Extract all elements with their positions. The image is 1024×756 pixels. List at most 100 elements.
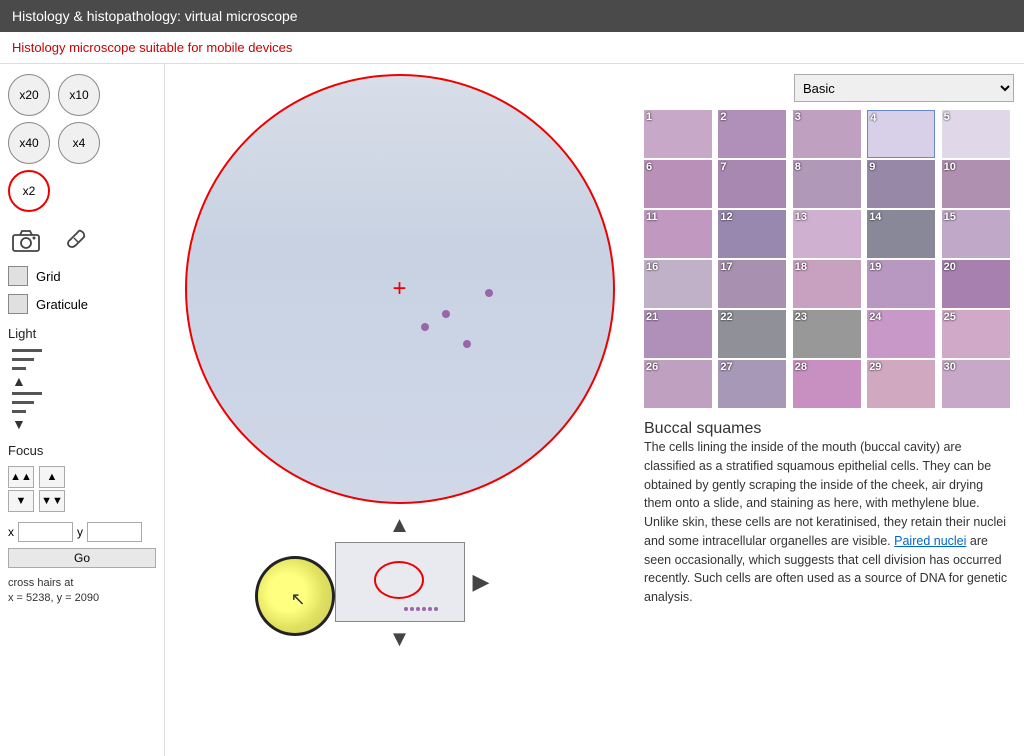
y-input[interactable] (87, 522, 142, 542)
mag-x2-button[interactable]: x2 (8, 170, 50, 212)
subtitle-bar: Histology microscope suitable for mobile… (0, 32, 1024, 64)
light-line-2 (12, 358, 34, 361)
thumbnail-22[interactable]: 22 (718, 310, 786, 358)
go-button[interactable]: Go (8, 548, 156, 568)
focus-up-slow-button[interactable]: ▲ (39, 466, 65, 488)
mini-dot (404, 607, 408, 611)
mini-dot (416, 607, 420, 611)
mag-x4-button[interactable]: x4 (58, 122, 100, 164)
magnification-row-1: x20 x10 (8, 74, 156, 116)
grid-toggle[interactable] (8, 266, 28, 286)
focus-up-fast-button[interactable]: ▲▲ (8, 466, 34, 488)
thumbnail-12[interactable]: 12 (718, 210, 786, 258)
light-up-arrow[interactable]: ▲ (12, 374, 156, 388)
cell-dot (421, 323, 429, 331)
thumbnail-28[interactable]: 28 (793, 360, 861, 408)
thumbnail-2[interactable]: 2 (718, 110, 786, 158)
thumbnail-16[interactable]: 16 (644, 260, 712, 308)
x-input[interactable] (18, 522, 73, 542)
coord-row: x y (8, 522, 156, 542)
graticule-toggle-row: Graticule (8, 294, 156, 314)
nav-down-button[interactable]: ▼ (389, 626, 411, 652)
thumbnail-5[interactable]: 5 (942, 110, 1010, 158)
thumbnail-19[interactable]: 19 (867, 260, 935, 308)
paired-nuclei-link[interactable]: Paired nuclei (894, 534, 966, 548)
thumbnail-18[interactable]: 18 (793, 260, 861, 308)
light-line-6 (12, 410, 26, 413)
focus-down-slow-button[interactable]: ▼ (8, 490, 34, 512)
light-line-1 (12, 349, 42, 352)
nav-up-button[interactable]: ▲ (389, 512, 411, 538)
thumbnail-1[interactable]: 1 (644, 110, 712, 158)
thumbnail-7[interactable]: 7 (718, 160, 786, 208)
light-circle: ↖ (255, 556, 335, 636)
minimap-indicator (374, 561, 424, 599)
mag-x20-button[interactable]: x20 (8, 74, 50, 116)
mini-dot (428, 607, 432, 611)
tool-row (8, 222, 156, 258)
focus-arrows: ▲▲ ▲ ▼ ▼▼ (8, 466, 68, 512)
light-section-label: Light (8, 326, 156, 341)
mini-dot (422, 607, 426, 611)
thumbnail-24[interactable]: 24 (867, 310, 935, 358)
thumbnail-25[interactable]: 25 (942, 310, 1010, 358)
nav-vertical-right: ▶ (473, 569, 490, 595)
subtitle-text: Histology microscope suitable for mobile… (12, 40, 292, 55)
description-title: Buccal squames (644, 420, 1014, 438)
thumbnail-8[interactable]: 8 (793, 160, 861, 208)
thumbnail-30[interactable]: 30 (942, 360, 1010, 408)
mini-dot (410, 607, 414, 611)
light-control: ▲ ▼ (12, 347, 156, 431)
camera-icon[interactable] (8, 222, 44, 258)
thumbnail-grid: 1 2 3 4 5 6 7 8 9 10 11 12 13 14 15 16 1… (644, 110, 1014, 408)
thumbnail-21[interactable]: 21 (644, 310, 712, 358)
minimap[interactable] (335, 542, 465, 622)
minimap-container: ◀ ▲ ▼ (310, 512, 490, 652)
thumbnail-14[interactable]: 14 (867, 210, 935, 258)
thumbnail-13[interactable]: 13 (793, 210, 861, 258)
thumbnail-10[interactable]: 10 (942, 160, 1010, 208)
y-label: y (77, 525, 83, 539)
microscope-view[interactable]: + (185, 74, 615, 504)
light-line-3 (12, 367, 26, 370)
mag-x10-button[interactable]: x10 (58, 74, 100, 116)
thumbnail-11[interactable]: 11 (644, 210, 712, 258)
mini-dot (434, 607, 438, 611)
dropdown-row: Basic Advanced Pathology (644, 74, 1014, 102)
nav-right-button[interactable]: ▶ (473, 569, 490, 595)
thumbnail-26[interactable]: 26 (644, 360, 712, 408)
description-body-before: The cells lining the inside of the mouth… (644, 440, 1006, 548)
thumbnail-20[interactable]: 20 (942, 260, 1010, 308)
description-body: The cells lining the inside of the mouth… (644, 438, 1014, 607)
app-title: Histology & histopathology: virtual micr… (12, 8, 298, 24)
thumbnail-9[interactable]: 9 (867, 160, 935, 208)
focus-down-fast-button[interactable]: ▼▼ (39, 490, 65, 512)
description-section: Buccal squames The cells lining the insi… (644, 416, 1014, 607)
thumbnail-23[interactable]: 23 (793, 310, 861, 358)
thumbnail-17[interactable]: 17 (718, 260, 786, 308)
thumbnail-3[interactable]: 3 (793, 110, 861, 158)
cell-dot (485, 289, 493, 297)
light-down-arrow[interactable]: ▼ (12, 417, 156, 431)
title-bar: Histology & histopathology: virtual micr… (0, 0, 1024, 32)
thumbnail-4[interactable]: 4 (867, 110, 935, 158)
cell-dot (463, 340, 471, 348)
thumbnail-27[interactable]: 27 (718, 360, 786, 408)
right-panel: Basic Advanced Pathology 1 2 3 4 5 6 7 8… (634, 64, 1024, 756)
thumbnail-15[interactable]: 15 (942, 210, 1010, 258)
category-select[interactable]: Basic Advanced Pathology (794, 74, 1014, 102)
mag-x40-button[interactable]: x40 (8, 122, 50, 164)
cursor-icon: ↖ (290, 589, 305, 610)
graticule-label: Graticule (36, 297, 88, 312)
thumbnail-6[interactable]: 6 (644, 160, 712, 208)
magnification-row-2: x40 x4 (8, 122, 156, 164)
focus-section: ▲▲ ▲ ▼ ▼▼ (8, 466, 156, 512)
crosshair-indicator: + (392, 275, 406, 303)
minimap-dots (404, 607, 454, 611)
light-line-5 (12, 401, 34, 404)
center-panel: + ↖ ◀ ▲ (165, 64, 634, 756)
light-line-4 (12, 392, 42, 395)
graticule-toggle[interactable] (8, 294, 28, 314)
wrench-icon[interactable] (58, 222, 94, 258)
thumbnail-29[interactable]: 29 (867, 360, 935, 408)
